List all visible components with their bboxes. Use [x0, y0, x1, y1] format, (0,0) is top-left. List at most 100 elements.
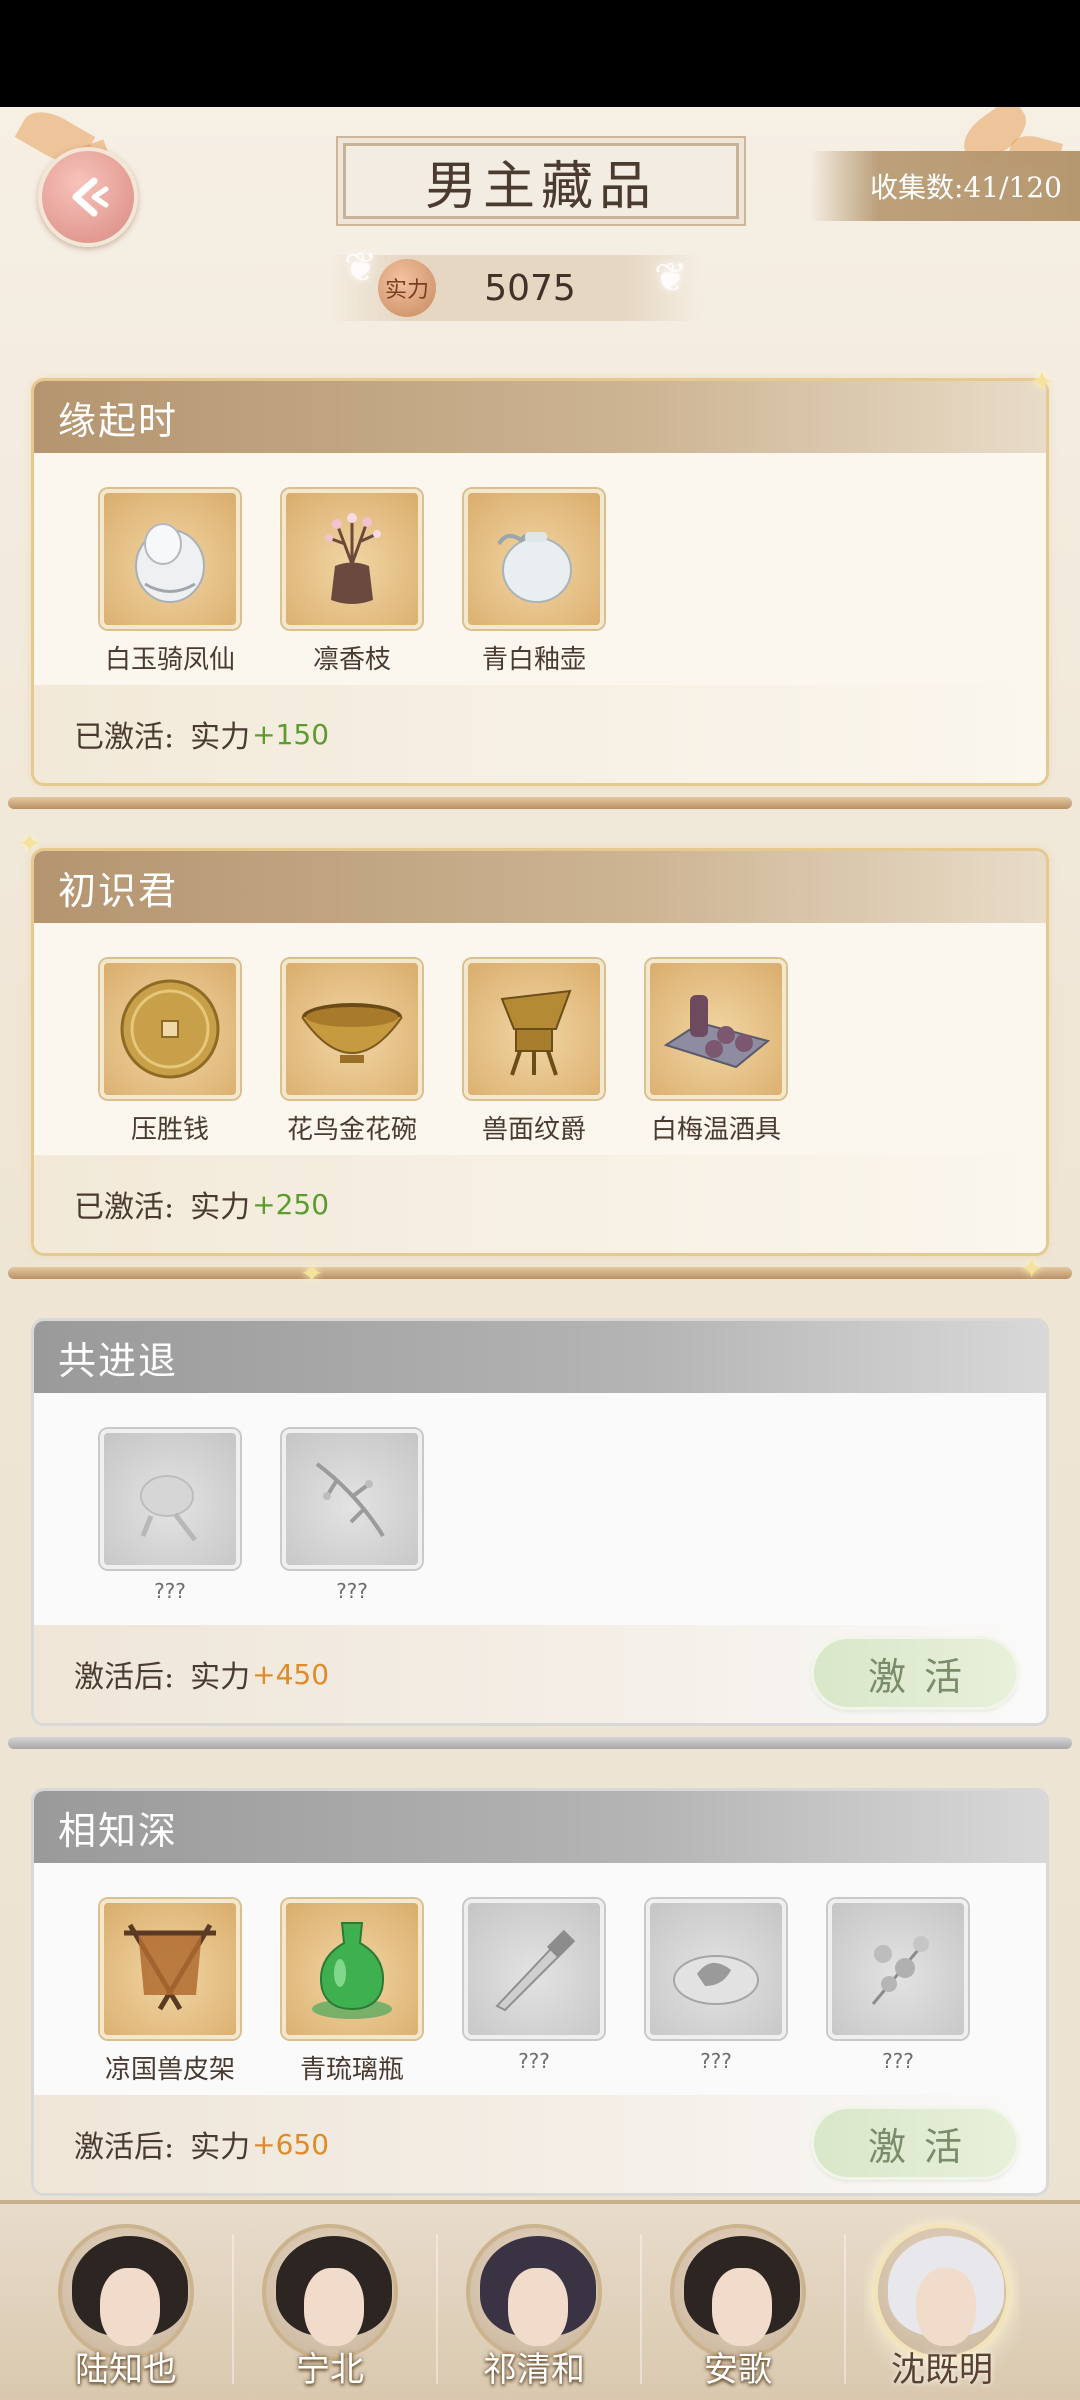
- avatar: [466, 2224, 602, 2360]
- bonus-status-label: 激活后:: [74, 2130, 175, 2165]
- status-bar: [0, 0, 1080, 107]
- character-tab-shen-jiming[interactable]: 沈既明: [864, 2224, 1020, 2400]
- avatar: [58, 2224, 194, 2360]
- collectible-item[interactable]: ???: [646, 1899, 828, 2095]
- item-name: 兽面纹爵: [481, 1115, 586, 1145]
- collection-set-gongjintui: 共进退 ??? ??? 激活后: 实力 +450 激活: [34, 1321, 1046, 1723]
- item-locked-blade-icon: [464, 1899, 604, 2039]
- collectible-item[interactable]: ???: [464, 1899, 646, 2095]
- collectible-item[interactable]: 兽面纹爵: [464, 959, 646, 1155]
- character-tab-an-ge[interactable]: 安歌: [660, 2224, 816, 2400]
- avatar: [874, 2224, 1010, 2360]
- item-locked-branch-icon: [282, 1429, 422, 1569]
- page-title: 男主藏品: [343, 143, 739, 219]
- item-name: ???: [154, 1579, 186, 1603]
- character-name: 祁清和: [483, 2350, 585, 2390]
- bonus-status-label: 激活后:: [74, 1660, 175, 1695]
- set-bonus: 已激活: 实力 +250: [34, 1155, 1046, 1253]
- character-name: 陆知也: [75, 2350, 177, 2390]
- bonus-power-label: 实力: [190, 2130, 251, 2165]
- collectible-item[interactable]: 白梅温酒具: [646, 959, 828, 1155]
- item-name: 白梅温酒具: [650, 1115, 781, 1145]
- item-name: 青白釉壶: [481, 645, 586, 675]
- item-gold-bowl-icon: [282, 959, 422, 1099]
- back-arrow-icon: [72, 177, 109, 217]
- shelf-divider: [8, 797, 1072, 809]
- avatar: [670, 2224, 806, 2360]
- divider: [640, 2234, 642, 2384]
- set-bonus: 激活后: 实力 +650 激活: [34, 2095, 1046, 2193]
- set-bonus: 激活后: 实力 +450 激活: [34, 1625, 1046, 1723]
- bonus-status-label: 已激活:: [74, 1190, 175, 1225]
- collection-set-chushijun: 初识君 压胜钱 花鸟金花碗 兽面纹爵 白梅温酒具 已激活: 实力 +250: [34, 851, 1046, 1253]
- bonus-value: +450: [252, 1657, 330, 1691]
- divider: [436, 2234, 438, 2384]
- collectible-item[interactable]: 青白釉壶: [464, 489, 646, 685]
- item-name: 花鸟金花碗: [286, 1115, 417, 1145]
- bonus-power-label: 实力: [190, 720, 251, 755]
- item-name: ???: [336, 1579, 368, 1603]
- set-items: 压胜钱 花鸟金花碗 兽面纹爵 白梅温酒具: [34, 923, 1046, 1155]
- item-bronze-jue-icon: [464, 959, 604, 1099]
- bonus-status-label: 已激活:: [74, 720, 175, 755]
- item-name: ???: [882, 2049, 914, 2073]
- divider: [232, 2234, 234, 2384]
- item-jade-figure-icon: [100, 489, 240, 629]
- character-selector: 陆知也 宁北 祁清和 安歌 沈既明: [0, 2200, 1080, 2400]
- avatar: [262, 2224, 398, 2360]
- character-tab-ning-bei[interactable]: 宁北: [252, 2224, 408, 2400]
- back-button[interactable]: [38, 147, 138, 247]
- character-name: 宁北: [296, 2350, 364, 2390]
- collectible-item[interactable]: ???: [100, 1429, 282, 1625]
- item-branch-vase-icon: [282, 489, 422, 629]
- sparkle-icon: ✦: [1030, 365, 1054, 398]
- bonus-value: +250: [252, 1187, 330, 1221]
- bonus-power-label: 实力: [190, 1660, 251, 1695]
- divider: [844, 2234, 846, 2384]
- collection-set-yuanqishi: 缘起时 白玉骑凤仙 凛香枝 青白釉壶 已激活: 实力 +150: [34, 381, 1046, 783]
- item-locked-flowers-icon: [828, 1899, 968, 2039]
- set-title: 缘起时: [34, 381, 1046, 453]
- collectible-item[interactable]: ???: [282, 1429, 464, 1625]
- item-name: ???: [700, 2049, 732, 2073]
- collection-screen: 男主藏品 收集数:41/120 ❦ 实力 5075 ❦ 缘起时 白玉骑凤仙 凛香…: [0, 107, 1080, 2400]
- set-items: ??? ???: [34, 1393, 1046, 1625]
- collectible-item[interactable]: 白玉骑凤仙: [100, 489, 282, 685]
- shelf-divider: [8, 1267, 1072, 1279]
- item-name: 白玉骑凤仙: [104, 645, 235, 675]
- item-name: 青琉璃瓶: [299, 2055, 404, 2085]
- item-name: 凉国兽皮架: [104, 2055, 235, 2085]
- item-locked-plate-icon: [646, 1899, 786, 2039]
- bonus-value: +650: [252, 2127, 330, 2161]
- set-items: 凉国兽皮架 青琉璃瓶 ??? ??? ???: [34, 1863, 1046, 2095]
- bonus-value: +150: [252, 717, 330, 751]
- collectible-item[interactable]: 青琉璃瓶: [282, 1899, 464, 2095]
- collectible-item[interactable]: ???: [828, 1899, 1010, 2095]
- shelf-divider: [8, 1737, 1072, 1749]
- sparkle-icon: ✦: [1020, 1252, 1044, 1285]
- set-title: 相知深: [34, 1791, 1046, 1863]
- butterfly-icon: ❦: [344, 245, 378, 291]
- set-title: 初识君: [34, 851, 1046, 923]
- character-tab-lu-zhiye[interactable]: 陆知也: [48, 2224, 204, 2400]
- character-name: 沈既明: [891, 2350, 993, 2390]
- total-power: ❦ 实力 5075 ❦: [330, 245, 700, 321]
- collectible-item[interactable]: 花鸟金花碗: [282, 959, 464, 1155]
- collectible-item[interactable]: 压胜钱: [100, 959, 282, 1155]
- activate-button[interactable]: 激活: [814, 2109, 1016, 2177]
- set-items: 白玉骑凤仙 凛香枝 青白釉壶: [34, 453, 1046, 685]
- collectible-item[interactable]: 凉国兽皮架: [100, 1899, 282, 2095]
- item-celadon-pot-icon: [464, 489, 604, 629]
- item-wine-set-icon: [646, 959, 786, 1099]
- bonus-power-label: 实力: [190, 1190, 251, 1225]
- character-name: 安歌: [704, 2350, 772, 2390]
- item-name: 压胜钱: [130, 1115, 209, 1145]
- item-locked-silhouette-icon: [100, 1429, 240, 1569]
- power-badge: 实力: [378, 259, 436, 317]
- item-name: 凛香枝: [312, 645, 391, 675]
- item-green-glass-vase-icon: [282, 1899, 422, 2039]
- set-title: 共进退: [34, 1321, 1046, 1393]
- character-tab-qi-qinghe[interactable]: 祁清和: [456, 2224, 612, 2400]
- collectible-item[interactable]: 凛香枝: [282, 489, 464, 685]
- activate-button[interactable]: 激活: [814, 1639, 1016, 1707]
